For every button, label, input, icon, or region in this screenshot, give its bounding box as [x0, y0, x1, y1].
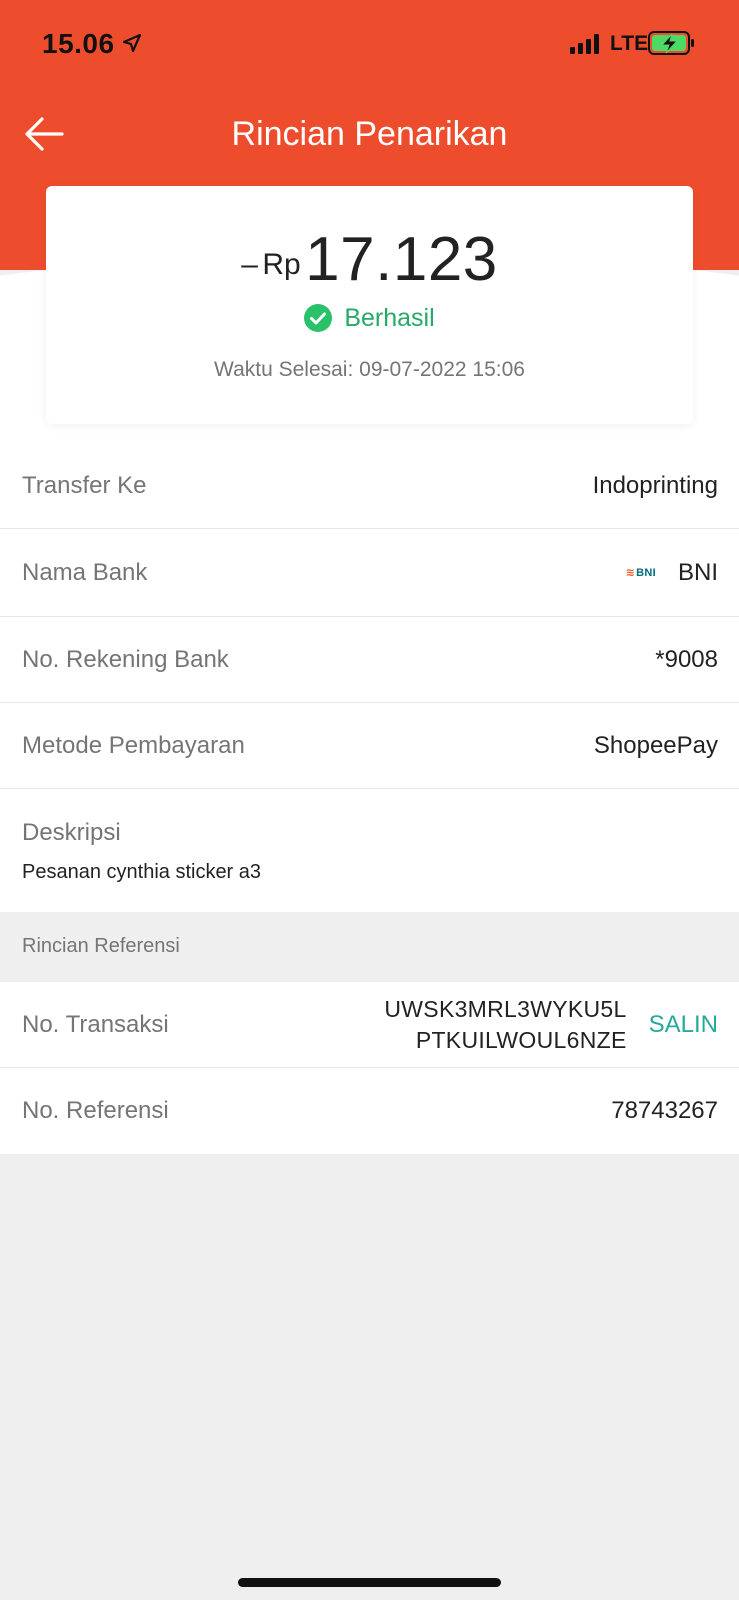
status-time: 15.06: [42, 28, 115, 59]
details-list: Transfer Ke Indoprinting Nama Bank ≋BNI …: [0, 443, 739, 914]
status-badge: Berhasil: [46, 304, 693, 333]
bank-name: ≋BNI BNI: [626, 559, 718, 587]
summary-card: – Rp 17.123 Berhasil Waktu Selesai: 09-0…: [46, 186, 693, 424]
status-bar: 15.06 LTE: [0, 0, 739, 90]
copy-button[interactable]: SALIN: [649, 1011, 718, 1039]
transfer-to-value: Indoprinting: [592, 471, 718, 499]
account-number-label: No. Rekening Bank: [22, 645, 229, 673]
status-text: Berhasil: [344, 304, 435, 332]
signal-icon: [570, 34, 599, 54]
completed-time: Waktu Selesai: 09-07-2022 15:06: [214, 358, 525, 381]
transaction-number: UWSK3MRL3WYKU5L PTKUILWOUL6NZE SALIN: [384, 994, 718, 1056]
transaction-number-label: No. Transaksi: [22, 1010, 169, 1038]
amount-sign: –: [241, 248, 258, 281]
description-label: Deskripsi: [22, 819, 121, 846]
bank-name-value: BNI: [677, 558, 718, 586]
row-transaction-number: No. Transaksi UWSK3MRL3WYKU5L PTKUILWOUL…: [0, 982, 739, 1068]
payment-method-value: ShopeePay: [593, 731, 718, 759]
bank-name-label: Nama Bank: [22, 558, 148, 586]
home-indicator[interactable]: [238, 1578, 501, 1587]
back-arrow-icon[interactable]: [20, 110, 68, 158]
reference-section-title: Rincian Referensi: [0, 912, 739, 982]
payment-method-label: Metode Pembayaran: [22, 731, 245, 759]
reference-list: No. Transaksi UWSK3MRL3WYKU5L PTKUILWOUL…: [0, 982, 739, 1154]
transfer-to-label: Transfer Ke: [22, 471, 147, 499]
row-payment-method: Metode Pembayaran ShopeePay: [0, 703, 739, 789]
amount: – Rp 17.123: [46, 224, 693, 295]
check-circle-icon: [304, 304, 333, 332]
location-arrow-icon: [122, 33, 142, 53]
reference-number-label: No. Referensi: [22, 1097, 169, 1124]
row-description: Deskripsi Pesanan cynthia sticker a3: [0, 789, 739, 914]
description-value: Pesanan cynthia sticker a3: [22, 861, 262, 883]
row-account-number: No. Rekening Bank *9008: [0, 617, 739, 703]
page-title: Rincian Penarikan: [231, 115, 508, 153]
account-number-value: *9008: [655, 645, 718, 673]
row-transfer-to: Transfer Ke Indoprinting: [0, 443, 739, 529]
amount-currency: Rp: [262, 248, 301, 281]
transaction-number-value: UWSK3MRL3WYKU5L PTKUILWOUL6NZE: [384, 995, 627, 1053]
bni-logo: ≋BNI: [625, 567, 656, 579]
battery-charging-icon: [648, 31, 694, 55]
screen: 15.06 LTE Rincian Penarikan – Rp 17.123: [0, 0, 739, 1600]
reference-number-value: 78743267: [611, 1097, 718, 1124]
row-bank-name: Nama Bank ≋BNI BNI: [0, 529, 739, 617]
amount-value: 17.123: [305, 225, 498, 294]
network-label: LTE: [610, 32, 649, 55]
row-reference-number: No. Referensi 78743267: [0, 1068, 739, 1154]
